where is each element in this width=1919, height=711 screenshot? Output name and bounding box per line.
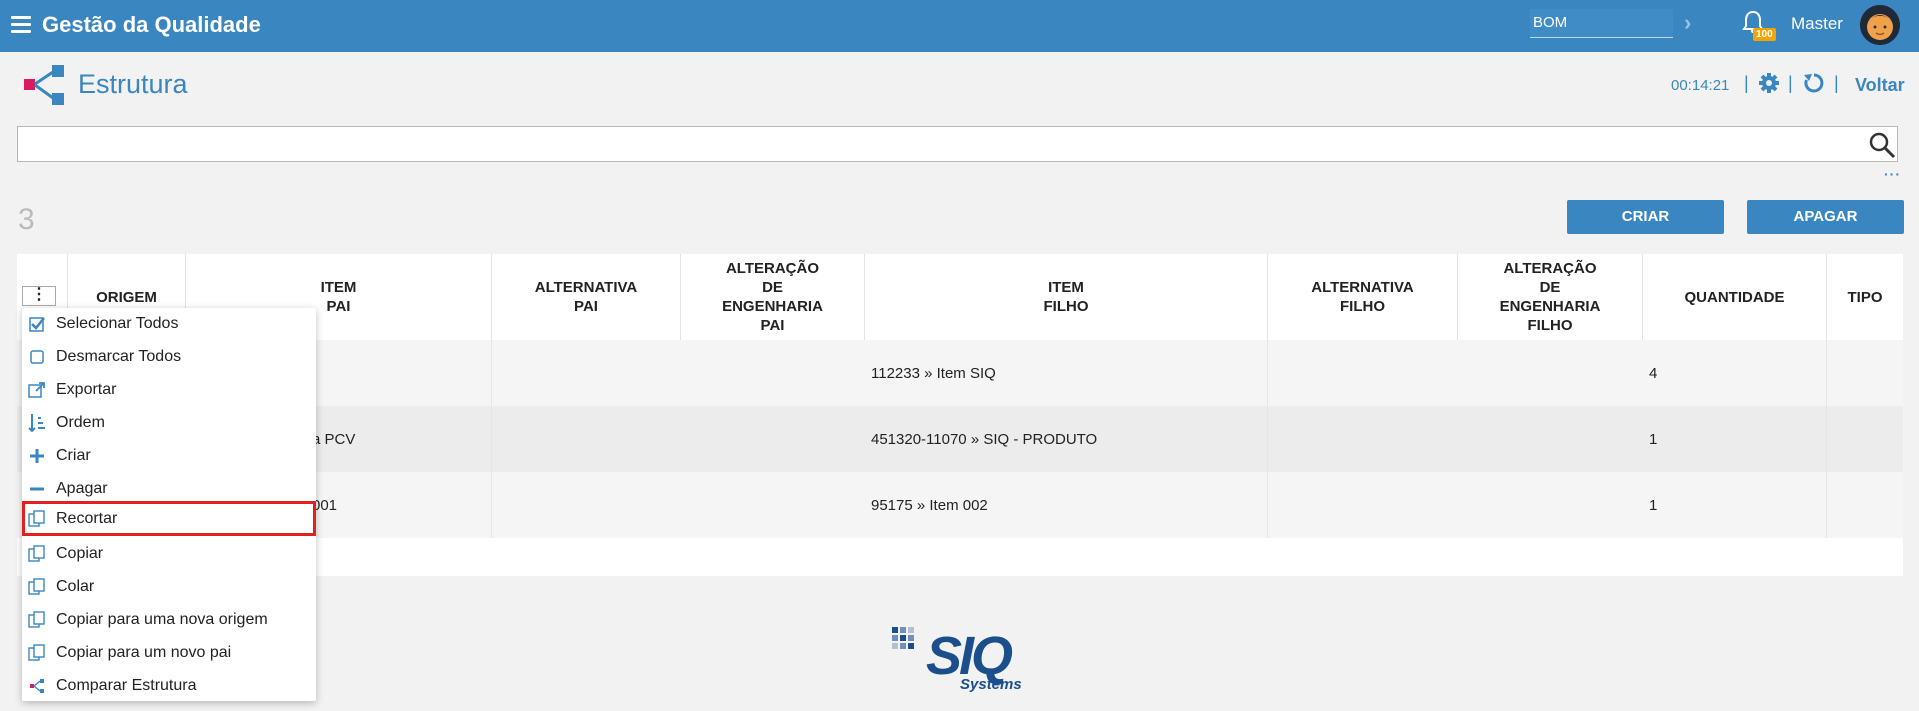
copy-icon	[26, 544, 48, 564]
search-input[interactable]	[17, 126, 1898, 162]
menu-item-label: Colar	[56, 578, 95, 595]
menu-item-label: Ordem	[56, 414, 105, 431]
column-header[interactable]: ALTERAÇÃO DE ENGENHARIA PAI	[681, 254, 865, 340]
menu-item-label: Exportar	[56, 381, 117, 398]
more-options-icon[interactable]: ···	[1884, 167, 1901, 181]
column-context-menu: Selecionar Todos Desmarcar Todos Exporta…	[22, 308, 316, 701]
page-title: Estrutura	[78, 69, 188, 99]
menu-item-select-all[interactable]: Selecionar Todos	[22, 308, 316, 340]
session-timer: 00:14:21	[1671, 77, 1730, 94]
menu-item-export[interactable]: Exportar	[22, 374, 316, 406]
menu-item-label: Selecionar Todos	[56, 315, 179, 332]
menu-item-paste[interactable]: Colar	[22, 571, 316, 603]
copy-icon	[26, 610, 48, 630]
menu-item-copy[interactable]: Copiar	[22, 538, 316, 570]
app-title: Gestão da Qualidade	[42, 12, 261, 37]
export-icon	[26, 380, 48, 400]
item-filho-cell: 95175 » Item 002	[865, 472, 1268, 538]
menu-item-label: Copiar para uma nova origem	[56, 611, 268, 628]
siq-logo: SIQ Systems	[890, 625, 1030, 702]
menu-item-label: Criar	[56, 447, 91, 464]
menu-item-compare-structure[interactable]: Comparar Estrutura	[22, 670, 316, 702]
minus-icon	[26, 479, 48, 499]
user-name[interactable]: Master	[1791, 14, 1843, 34]
quantity-cell: 1	[1643, 406, 1827, 472]
structure-icon	[26, 676, 48, 696]
menu-item-label: Desmarcar Todos	[56, 348, 182, 365]
item-filho-cell: 112233 » Item SIQ	[865, 340, 1268, 406]
menu-item-label: Comparar Estrutura	[56, 677, 197, 694]
column-header[interactable]: ALTERNATIVA PAI	[492, 254, 681, 340]
hamburger-menu-icon[interactable]	[11, 16, 31, 34]
checkbox-empty-icon	[26, 347, 48, 367]
context-field[interactable]: BOM	[1530, 9, 1673, 38]
menu-item-deselect-all[interactable]: Desmarcar Todos	[22, 341, 316, 373]
menu-item-label: Copiar	[56, 545, 104, 562]
delete-button[interactable]: APAGAR	[1747, 200, 1904, 234]
notification-badge: 100	[1753, 28, 1776, 41]
quantity-cell: 1	[1643, 472, 1827, 538]
column-header[interactable]: QUANTIDADE	[1643, 254, 1827, 340]
avatar[interactable]	[1860, 5, 1900, 45]
checkbox-checked-icon	[26, 314, 48, 334]
item-filho-cell: 451320-11070 » SIQ - PRODUTO	[865, 406, 1268, 472]
column-header[interactable]: ALTERNATIVA FILHO	[1268, 254, 1458, 340]
chevron-right-icon[interactable]: ›	[1684, 10, 1691, 36]
copy-icon	[26, 643, 48, 663]
separator: |	[1788, 73, 1793, 93]
menu-item-copy-new-parent[interactable]: Copiar para um novo pai	[22, 637, 316, 669]
column-menu-icon[interactable]: ⋮	[22, 286, 56, 306]
create-button[interactable]: CRIAR	[1567, 200, 1724, 234]
structure-icon	[22, 64, 68, 111]
back-link[interactable]: Voltar	[1855, 75, 1905, 96]
paste-icon	[26, 577, 48, 597]
menu-item-order[interactable]: Ordem	[22, 407, 316, 439]
menu-item-label: Recortar	[56, 509, 118, 527]
separator: |	[1834, 73, 1839, 93]
menu-item-copy-new-origin[interactable]: Copiar para uma nova origem	[22, 604, 316, 636]
gear-icon[interactable]	[1758, 72, 1780, 99]
menu-item-label: Apagar	[56, 480, 108, 497]
column-header[interactable]: TIPO	[1827, 254, 1903, 340]
menu-item-label: Copiar para um novo pai	[56, 644, 232, 661]
logo-subtext: Systems	[960, 676, 1022, 693]
separator: |	[1744, 73, 1749, 93]
record-count: 3	[18, 203, 35, 236]
column-header[interactable]: ITEM FILHO	[865, 254, 1268, 340]
quantity-cell: 4	[1643, 340, 1827, 406]
menu-item-cut[interactable]: Recortar	[22, 501, 316, 536]
history-icon[interactable]	[1803, 72, 1825, 99]
plus-icon	[26, 446, 48, 466]
top-bar: Gestão da Qualidade BOM › 100 Master	[0, 0, 1919, 52]
cut-icon	[26, 509, 48, 529]
column-header[interactable]: ALTERAÇÃO DE ENGENHARIA FILHO	[1458, 254, 1643, 340]
sort-order-icon	[26, 413, 48, 433]
search-icon[interactable]	[1868, 131, 1896, 164]
menu-item-create[interactable]: Criar	[22, 440, 316, 472]
